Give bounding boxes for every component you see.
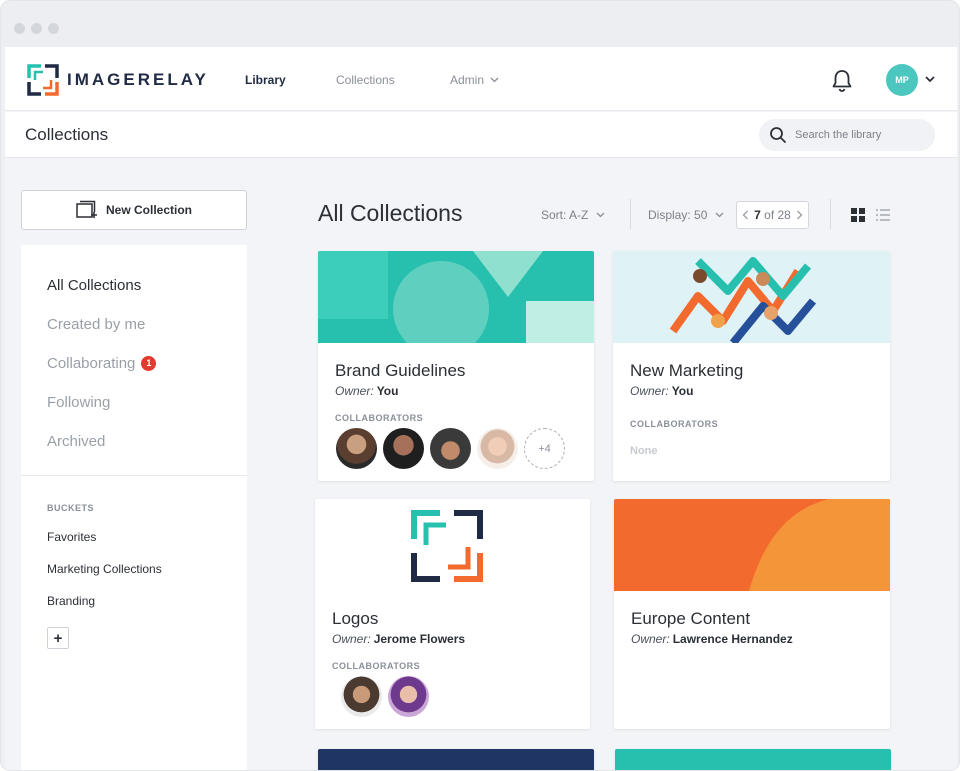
new-collection-label: New Collection bbox=[105, 203, 192, 217]
page-header: Collections bbox=[5, 112, 957, 158]
collection-card-logos[interactable]: Logos Owner: Jerome Flowers COLLABORATORS bbox=[315, 499, 590, 729]
card-owner: Owner: Lawrence Hernandez bbox=[631, 632, 793, 646]
sort-label: Sort: A-Z bbox=[541, 208, 589, 222]
window-dot-maximize[interactable] bbox=[48, 23, 59, 34]
card-title: Europe Content bbox=[631, 609, 751, 628]
buckets-heading: BUCKETS bbox=[47, 503, 95, 513]
top-nav: IMAGERELAY Library Collections Admin MP bbox=[5, 47, 957, 111]
nav-admin[interactable]: Admin bbox=[450, 73, 499, 87]
window-dot-minimize[interactable] bbox=[31, 23, 42, 34]
avatar[interactable] bbox=[388, 676, 429, 717]
sidebar-item-collaborating[interactable]: Collaborating 1 bbox=[47, 355, 157, 372]
owner-label: Owner: bbox=[630, 384, 669, 398]
avatar[interactable] bbox=[477, 428, 518, 469]
search-box[interactable] bbox=[759, 119, 935, 151]
owner-name: You bbox=[376, 384, 399, 398]
collection-cover-image bbox=[613, 251, 890, 343]
window-dot-close[interactable] bbox=[14, 23, 25, 34]
toolbar-divider bbox=[830, 199, 831, 229]
user-avatar[interactable]: MP bbox=[886, 64, 918, 96]
chevron-right-icon[interactable] bbox=[796, 210, 803, 220]
card-title: Logos bbox=[332, 609, 379, 628]
avatar[interactable] bbox=[336, 428, 377, 469]
collection-card-partial[interactable] bbox=[318, 749, 594, 770]
page-title: Collections bbox=[25, 125, 109, 144]
toolbar-divider bbox=[630, 199, 631, 229]
collaborators-heading: COLLABORATORS bbox=[335, 413, 424, 423]
search-icon bbox=[770, 127, 786, 143]
collection-card-new-marketing[interactable]: New Marketing Owner: You COLLABORATORS No… bbox=[613, 251, 890, 481]
avatar[interactable] bbox=[430, 428, 471, 469]
chevron-down-icon bbox=[490, 77, 499, 83]
sidebar-item-all-collections[interactable]: All Collections bbox=[47, 277, 141, 294]
bucket-branding[interactable]: Branding bbox=[47, 594, 95, 608]
no-collaborators: None bbox=[630, 445, 658, 457]
collaborator-list: +4 bbox=[336, 428, 565, 469]
card-owner: Owner: Jerome Flowers bbox=[332, 632, 465, 646]
collection-card-partial[interactable] bbox=[615, 749, 891, 770]
nav-admin-label: Admin bbox=[450, 73, 485, 87]
avatar[interactable] bbox=[383, 428, 424, 469]
sidebar-item-archived[interactable]: Archived bbox=[47, 433, 105, 450]
brand-logo[interactable]: IMAGERELAY bbox=[27, 64, 209, 96]
display-dropdown[interactable]: Display: 50 bbox=[648, 208, 724, 222]
page-indicator: 7 of 28 bbox=[754, 208, 791, 222]
collaborators-heading: COLLABORATORS bbox=[630, 419, 719, 429]
grid-view-icon[interactable] bbox=[851, 208, 865, 222]
sidebar-divider bbox=[21, 475, 247, 476]
owner-label: Owner: bbox=[332, 632, 371, 646]
owner-label: Owner: bbox=[631, 632, 670, 646]
collaborators-heading: COLLABORATORS bbox=[332, 661, 421, 671]
bucket-favorites[interactable]: Favorites bbox=[47, 530, 96, 544]
list-view-icon[interactable] bbox=[876, 208, 890, 222]
owner-name: Lawrence Hernandez bbox=[672, 632, 793, 646]
sidebar-item-collaborating-label: Collaborating bbox=[47, 355, 136, 372]
card-title: Brand Guidelines bbox=[335, 361, 466, 380]
pagination: 7 of 28 bbox=[736, 201, 809, 229]
sidebar-item-created-by-me[interactable]: Created by me bbox=[47, 316, 145, 333]
new-collection-icon bbox=[76, 200, 97, 218]
collection-cover-image bbox=[315, 499, 590, 591]
chevron-left-icon[interactable] bbox=[742, 210, 749, 220]
sidebar-item-following[interactable]: Following bbox=[47, 394, 110, 411]
window-chrome bbox=[1, 1, 959, 47]
collections-heading: All Collections bbox=[318, 200, 463, 226]
nav-library[interactable]: Library bbox=[245, 73, 286, 87]
owner-name: Jerome Flowers bbox=[373, 632, 466, 646]
bucket-marketing-collections[interactable]: Marketing Collections bbox=[47, 562, 162, 576]
notification-badge: 1 bbox=[141, 355, 157, 371]
sort-dropdown[interactable]: Sort: A-Z bbox=[541, 208, 605, 222]
new-collection-button[interactable]: New Collection bbox=[21, 190, 247, 230]
card-owner: Owner: You bbox=[335, 384, 398, 398]
card-title: New Marketing bbox=[630, 361, 744, 380]
owner-name: You bbox=[671, 384, 694, 398]
app: IMAGERELAY Library Collections Admin MP … bbox=[5, 47, 957, 770]
collection-cover-image bbox=[318, 251, 594, 343]
owner-label: Owner: bbox=[335, 384, 374, 398]
sidebar: All Collections Created by me Collaborat… bbox=[21, 245, 247, 770]
imagerelay-logo-icon bbox=[27, 64, 59, 96]
brand-name: IMAGERELAY bbox=[67, 70, 209, 89]
collection-card-europe-content[interactable]: Europe Content Owner: Lawrence Hernandez bbox=[614, 499, 890, 729]
search-input[interactable] bbox=[795, 129, 925, 141]
user-menu-chevron-icon[interactable] bbox=[925, 76, 935, 83]
card-owner: Owner: You bbox=[630, 384, 693, 398]
chevron-down-icon bbox=[715, 212, 724, 218]
total-pages: of 28 bbox=[764, 208, 791, 222]
collection-cover-image bbox=[614, 499, 890, 591]
browser-window: IMAGERELAY Library Collections Admin MP … bbox=[0, 0, 960, 771]
bell-icon[interactable] bbox=[831, 69, 853, 93]
display-label: Display: 50 bbox=[648, 208, 708, 222]
nav-collections[interactable]: Collections bbox=[336, 73, 395, 87]
chevron-down-icon bbox=[596, 212, 605, 218]
current-page: 7 bbox=[754, 208, 761, 222]
collaborator-list bbox=[341, 676, 435, 717]
add-bucket-button[interactable]: + bbox=[47, 627, 69, 649]
more-collaborators[interactable]: +4 bbox=[524, 428, 565, 469]
avatar[interactable] bbox=[341, 676, 382, 717]
collection-card-brand-guidelines[interactable]: Brand Guidelines Owner: You COLLABORATORS… bbox=[318, 251, 594, 481]
